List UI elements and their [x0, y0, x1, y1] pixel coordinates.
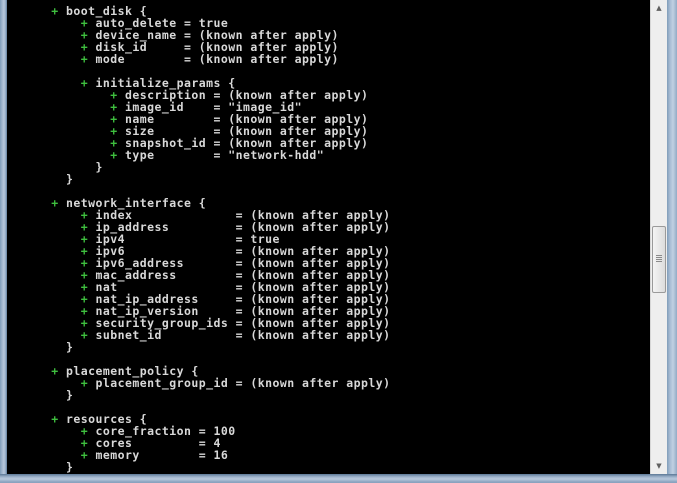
terminal-line: + mode = (known after apply)	[7, 53, 390, 65]
terminal-lines: + boot_disk { + auto_delete = true + dev…	[7, 5, 390, 473]
terminal-line: }	[7, 389, 390, 401]
terminal-line: }	[7, 173, 390, 185]
line-text: subnet_id = (known after apply)	[88, 328, 391, 342]
line-text: type = "network-hdd"	[117, 148, 325, 162]
line-text: memory = 16	[88, 448, 229, 462]
window-left-border	[0, 0, 7, 474]
line-text: }	[66, 340, 74, 354]
terminal-output[interactable]: + boot_disk { + auto_delete = true + dev…	[7, 0, 650, 474]
window-right-border	[667, 0, 677, 474]
line-text: }	[66, 388, 74, 402]
plus-marker: +	[110, 148, 118, 162]
line-text: mode = (known after apply)	[88, 52, 339, 66]
grip-icon	[656, 255, 662, 262]
terminal-line: }	[7, 461, 390, 473]
terminal-line: }	[7, 341, 390, 353]
line-text: placement_group_id = (known after apply)	[88, 376, 391, 390]
vertical-scrollbar[interactable]: ▲ ▼	[650, 0, 667, 474]
line-text: }	[66, 172, 74, 186]
line-text: }	[66, 460, 74, 474]
scroll-down-icon[interactable]: ▼	[651, 458, 667, 474]
console-window: + boot_disk { + auto_delete = true + dev…	[0, 0, 677, 483]
scrollbar-thumb[interactable]	[652, 226, 666, 293]
window-bottom-border	[0, 474, 677, 483]
scroll-up-icon[interactable]: ▲	[651, 0, 667, 16]
line-text: }	[95, 160, 103, 174]
